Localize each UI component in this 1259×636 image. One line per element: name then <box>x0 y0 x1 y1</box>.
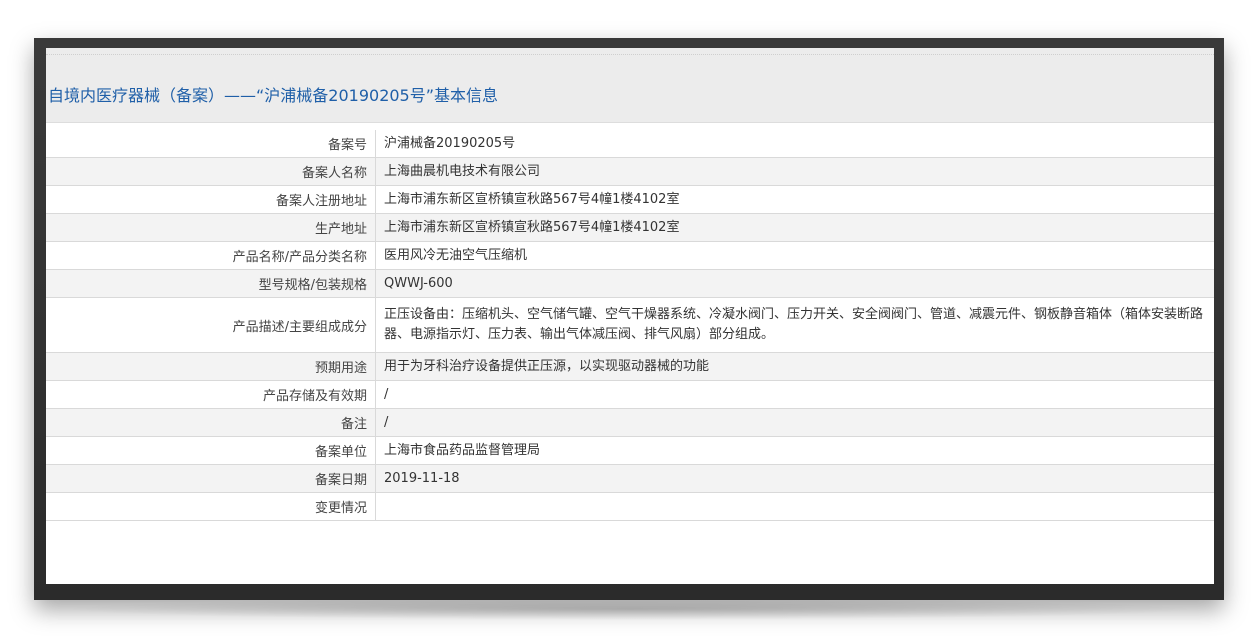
row-value: / <box>375 380 1214 409</box>
header-divider <box>46 54 1214 59</box>
row-value: 上海市浦东新区宣桥镇宣秋路567号4幢1楼4102室 <box>375 185 1214 214</box>
row-value: 沪浦械备20190205号 <box>375 130 1214 158</box>
screenshot-frame: 自境内医疗器械（备案）——“沪浦械备20190205号”基本信息 备案号 沪浦械… <box>34 38 1224 600</box>
row-label: 备注 <box>46 408 376 437</box>
row-label: 产品名称/产品分类名称 <box>46 241 376 270</box>
row-label: 备案日期 <box>46 464 376 493</box>
row-label: 备案号 <box>46 130 376 158</box>
page-title: 自境内医疗器械（备案）——“沪浦械备20190205号”基本信息 <box>48 86 499 105</box>
info-table: 备案号 沪浦械备20190205号 备案人名称 上海曲晨机电技术有限公司 备案人… <box>46 130 1214 521</box>
table-row: 备案单位 上海市食品药品监督管理局 <box>46 436 1214 465</box>
table-row: 备案人名称 上海曲晨机电技术有限公司 <box>46 157 1214 186</box>
row-label: 变更情况 <box>46 492 376 521</box>
row-value: 用于为牙科治疗设备提供正压源，以实现驱动器械的功能 <box>375 352 1214 381</box>
row-label: 产品描述/主要组成成分 <box>46 297 376 353</box>
table-row: 生产地址 上海市浦东新区宣桥镇宣秋路567号4幢1楼4102室 <box>46 213 1214 242</box>
row-label: 产品存储及有效期 <box>46 380 376 409</box>
table-row: 型号规格/包装规格 QWWJ-600 <box>46 269 1214 298</box>
row-value: 上海市浦东新区宣桥镇宣秋路567号4幢1楼4102室 <box>375 213 1214 242</box>
table-row: 产品存储及有效期 / <box>46 380 1214 409</box>
row-value: QWWJ-600 <box>375 269 1214 298</box>
row-value: 2019-11-18 <box>375 464 1214 493</box>
row-label: 生产地址 <box>46 213 376 242</box>
table-row: 产品名称/产品分类名称 医用风冷无油空气压缩机 <box>46 241 1214 270</box>
table-row: 变更情况 <box>46 492 1214 521</box>
content-panel: 自境内医疗器械（备案）——“沪浦械备20190205号”基本信息 备案号 沪浦械… <box>46 48 1214 584</box>
header-bar: 自境内医疗器械（备案）——“沪浦械备20190205号”基本信息 <box>46 48 1214 123</box>
row-value: 正压设备由：压缩机头、空气储气罐、空气干燥器系统、冷凝水阀门、压力开关、安全阀阀… <box>375 297 1214 353</box>
row-label: 预期用途 <box>46 352 376 381</box>
row-value: 医用风冷无油空气压缩机 <box>375 241 1214 270</box>
row-label: 备案人注册地址 <box>46 185 376 214</box>
table-row: 备案人注册地址 上海市浦东新区宣桥镇宣秋路567号4幢1楼4102室 <box>46 185 1214 214</box>
row-label: 备案人名称 <box>46 157 376 186</box>
row-value: / <box>375 408 1214 437</box>
row-value <box>375 492 1214 521</box>
table-row: 预期用途 用于为牙科治疗设备提供正压源，以实现驱动器械的功能 <box>46 352 1214 381</box>
table-row: 产品描述/主要组成成分 正压设备由：压缩机头、空气储气罐、空气干燥器系统、冷凝水… <box>46 297 1214 353</box>
row-label: 备案单位 <box>46 436 376 465</box>
table-row: 备注 / <box>46 408 1214 437</box>
frame-shadow <box>60 598 1200 620</box>
table-row: 备案号 沪浦械备20190205号 <box>46 130 1214 158</box>
row-value: 上海曲晨机电技术有限公司 <box>375 157 1214 186</box>
table-row: 备案日期 2019-11-18 <box>46 464 1214 493</box>
row-label: 型号规格/包装规格 <box>46 269 376 298</box>
row-value: 上海市食品药品监督管理局 <box>375 436 1214 465</box>
